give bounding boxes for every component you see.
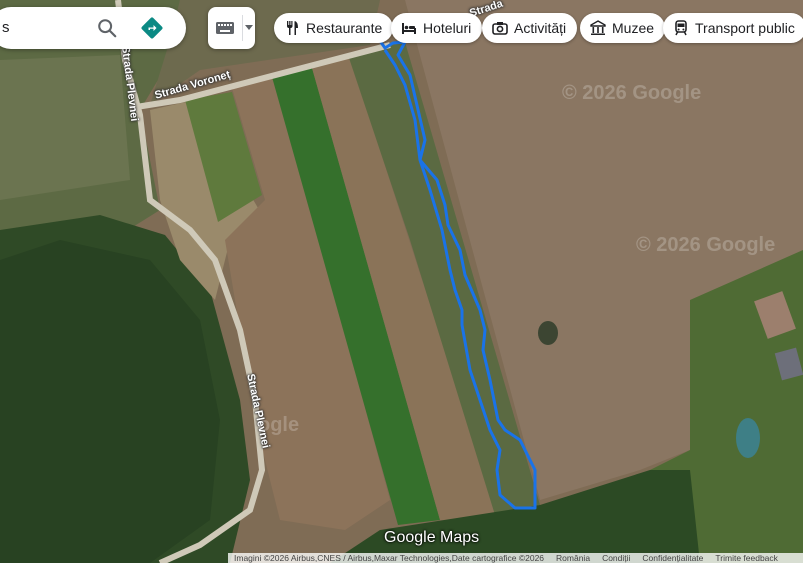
field-northwest-2 (0, 55, 130, 200)
chip-restaurants[interactable]: Restaurante (274, 13, 394, 43)
watermark: © 2026 Google (562, 82, 702, 104)
fork-knife-icon (287, 21, 298, 35)
footer-link-terms[interactable]: Condiții (596, 553, 636, 563)
search-input[interactable]: s (2, 19, 10, 36)
divider (242, 15, 243, 41)
chip-label: Restaurante (306, 20, 383, 36)
footer-link-privacy[interactable]: Confidențialitate (636, 553, 709, 563)
bed-icon (402, 23, 416, 34)
footer-link-feedback[interactable]: Trimite feedback (709, 553, 784, 563)
train-icon (675, 20, 687, 36)
attribution-text: Imagini ©2026 Airbus,CNES / Airbus,Maxar… (234, 553, 545, 563)
chip-label: Hoteluri (423, 20, 472, 36)
chip-activities[interactable]: Activități (482, 13, 578, 43)
watermark: © 2026 Google (636, 234, 776, 256)
chip-label: Transport public (695, 20, 795, 36)
watermark: ogle (258, 414, 300, 436)
input-tools-button[interactable] (208, 7, 255, 49)
search-box[interactable]: s (0, 7, 186, 49)
google-maps-logo: Google Maps (384, 529, 480, 546)
camera-icon (492, 22, 508, 35)
pond (736, 418, 760, 458)
search-icon[interactable] (96, 17, 118, 39)
chip-label: Activități (514, 20, 567, 36)
museum-icon (590, 20, 606, 35)
chip-hotels[interactable]: Hoteluri (391, 13, 483, 43)
chip-museums[interactable]: Muzee (580, 13, 666, 43)
chevron-down-icon[interactable] (245, 25, 253, 30)
chip-public-transport[interactable]: Transport public (663, 13, 803, 43)
footer-bar: Imagini ©2026 Airbus,CNES / Airbus,Maxar… (228, 553, 803, 563)
keyboard-icon[interactable] (215, 20, 235, 36)
footer-link-country[interactable]: România (550, 553, 596, 563)
chip-label: Muzee (612, 20, 655, 36)
directions-icon[interactable] (140, 16, 164, 40)
tree-cluster (538, 321, 558, 345)
